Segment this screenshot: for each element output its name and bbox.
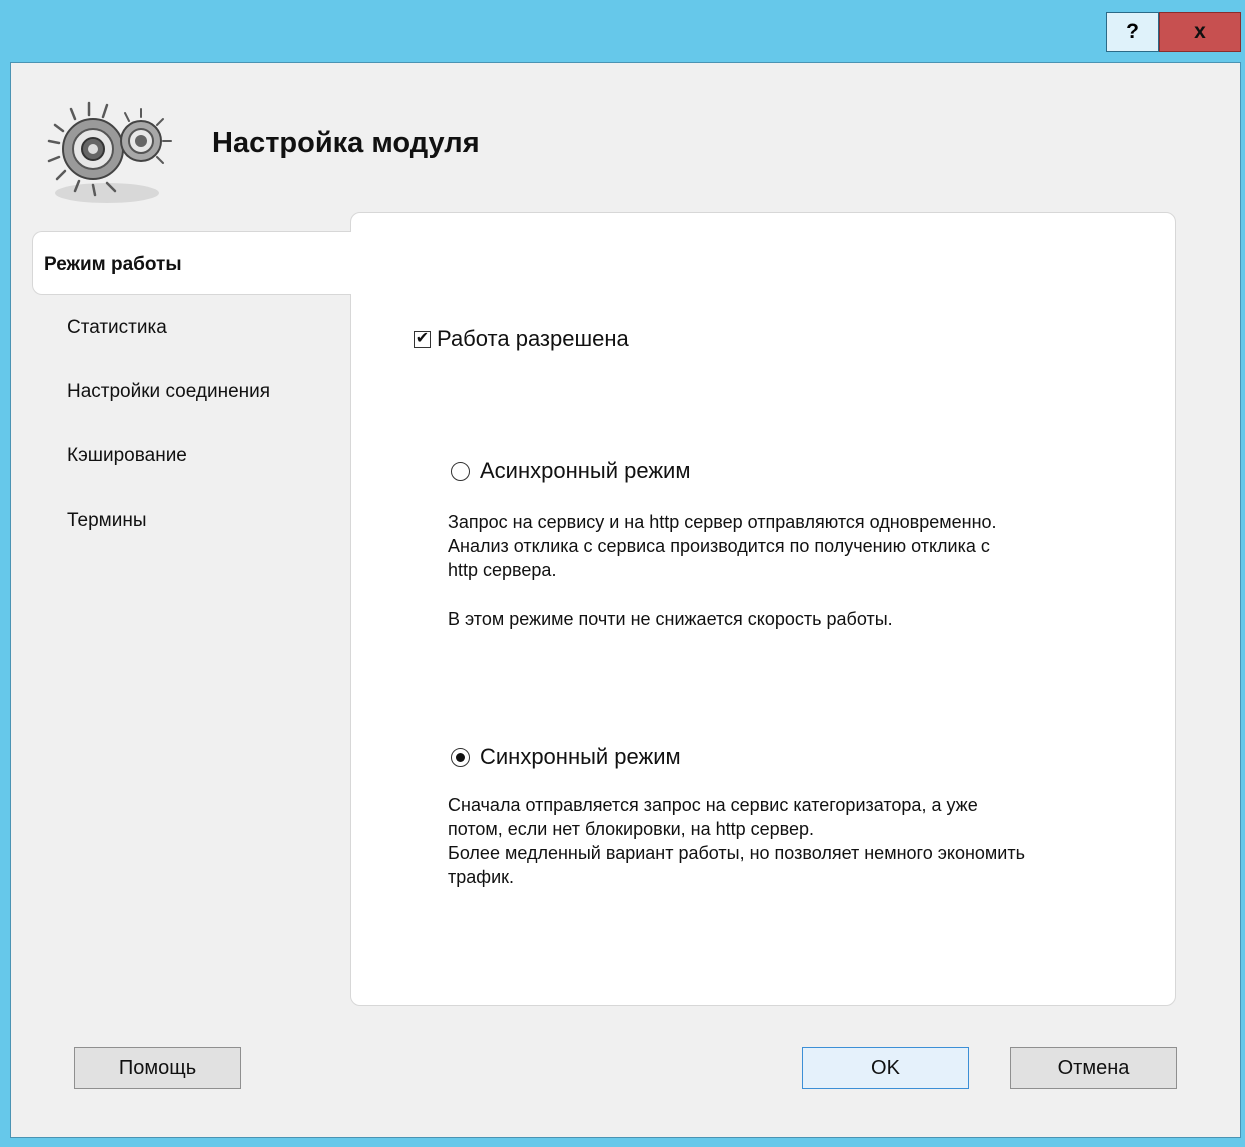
async-mode-label: Асинхронный режим: [480, 458, 691, 483]
sync-mode-description: Сначала отправляется запрос на сервис ка…: [448, 793, 1148, 889]
dialog-client-area: Настройка модуля Режим работы Статистика…: [10, 62, 1241, 1138]
sync-mode-radio[interactable]: [451, 747, 470, 767]
dialog-window: ? x Настройка модуля Режим работы Статис…: [0, 0, 1245, 1147]
help-button[interactable]: Помощь: [74, 1047, 241, 1089]
help-title-button[interactable]: ?: [1106, 12, 1159, 52]
sidebar-item-connection-settings[interactable]: Настройки соединения: [67, 381, 270, 403]
async-mode-note: В этом режиме почти не снижается скорост…: [448, 609, 893, 629]
async-desc-line: Анализ отклика с сервиса производится по…: [448, 536, 990, 556]
sidebar-item-mode[interactable]: Режим работы: [32, 231, 372, 295]
settings-panel: ✔ Работа разрешена Асинхронный режим Зап…: [350, 212, 1176, 1006]
sync-desc-line: трафик.: [448, 867, 515, 887]
sync-desc-line: потом, если нет блокировки, на http серв…: [448, 819, 815, 839]
sidebar-item-terms[interactable]: Термины: [67, 510, 147, 532]
async-mode-radio[interactable]: [451, 461, 470, 481]
async-desc-line: http сервера.: [448, 560, 557, 580]
sync-desc-line: Сначала отправляется запрос на сервис ка…: [448, 795, 978, 815]
async-mode-description: Запрос на сервису и на http сервер отпра…: [448, 510, 1148, 582]
cancel-button[interactable]: Отмена: [1010, 1047, 1177, 1089]
ok-button[interactable]: OK: [802, 1047, 969, 1089]
title-bar: ? x: [0, 0, 1245, 62]
sync-desc-line: Более медленный вариант работы, но позво…: [448, 843, 1025, 863]
sidebar-item-statistics[interactable]: Статистика: [67, 317, 167, 339]
sync-mode-radio-row[interactable]: Синхронный режим: [451, 744, 681, 770]
enabled-checkbox[interactable]: ✔: [414, 330, 431, 348]
enabled-checkbox-row[interactable]: ✔ Работа разрешена: [414, 326, 629, 352]
tab-joint: [350, 232, 354, 294]
sync-mode-label: Синхронный режим: [480, 744, 681, 769]
dialog-title: Настройка модуля: [212, 127, 480, 159]
async-desc-line: Запрос на сервису и на http сервер отпра…: [448, 512, 997, 532]
gears-icon: [45, 91, 177, 211]
async-mode-radio-row[interactable]: Асинхронный режим: [451, 458, 690, 484]
enabled-checkbox-label: Работа разрешена: [437, 326, 629, 351]
sidebar-item-caching[interactable]: Кэширование: [67, 445, 187, 467]
close-button[interactable]: x: [1159, 12, 1241, 52]
